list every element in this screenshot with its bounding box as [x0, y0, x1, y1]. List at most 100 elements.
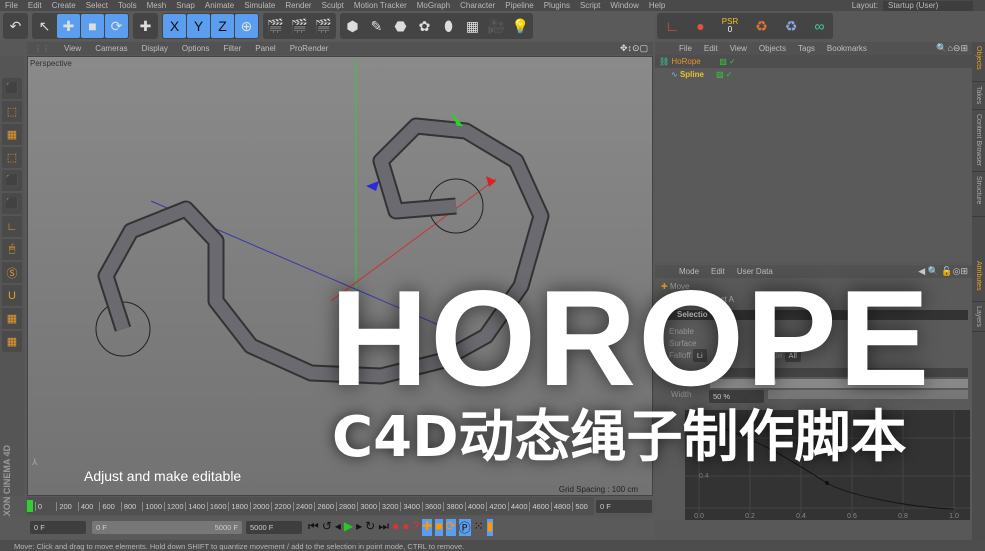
- visible-check-icon[interactable]: ▨ ✓: [716, 70, 732, 79]
- cube-edge-icon[interactable]: ⬚: [2, 101, 22, 122]
- menu-motion-tracker[interactable]: Motion Tracker: [349, 1, 412, 10]
- record-icon[interactable]: ●: [696, 18, 704, 34]
- record-key-icon[interactable]: ●: [392, 519, 399, 536]
- y-axis-icon[interactable]: Y: [187, 14, 210, 38]
- next-key-icon[interactable]: ↻: [365, 519, 375, 536]
- key-points-icon[interactable]: ⁙: [474, 519, 484, 536]
- cube-face-icon[interactable]: ⬛: [2, 170, 22, 191]
- subdivision-icon[interactable]: ⬣: [389, 14, 412, 38]
- prev-frame-icon[interactable]: ◂: [335, 519, 341, 536]
- move-icon[interactable]: ✚: [57, 14, 80, 38]
- scale-icon[interactable]: ■: [81, 14, 104, 38]
- menu-animate[interactable]: Animate: [200, 1, 239, 10]
- go-end-icon[interactable]: ⏭: [378, 519, 389, 536]
- menu-plugins[interactable]: Plugins: [539, 1, 575, 10]
- viewport-menu-prorender[interactable]: ProRender: [283, 44, 336, 53]
- viewport-menu-view[interactable]: View: [57, 44, 88, 53]
- python-icon[interactable]: ♻: [785, 18, 798, 35]
- snap-s-icon[interactable]: Ⓢ: [2, 262, 22, 283]
- playhead[interactable]: [27, 500, 33, 512]
- object-menu-tags[interactable]: Tags: [792, 44, 821, 53]
- key-param-icon[interactable]: Ⓟ: [458, 519, 471, 536]
- mouse-icon[interactable]: 🖱: [2, 239, 22, 260]
- magnet-icon[interactable]: U: [2, 285, 22, 306]
- menu-mesh[interactable]: Mesh: [142, 1, 172, 10]
- end-frame-field[interactable]: 5000 F: [246, 521, 302, 534]
- tab-content-browser[interactable]: Content Browser: [972, 110, 985, 172]
- object-row-spline[interactable]: ∿ Spline ▨ ✓: [655, 68, 972, 81]
- render-settings-icon[interactable]: 🎬: [312, 14, 335, 38]
- menu-character[interactable]: Character: [455, 1, 500, 10]
- object-toolbar-icons[interactable]: 🔍⌂⊖⊞: [936, 43, 968, 54]
- mograph-cloner-icon[interactable]: ✿: [413, 14, 436, 38]
- object-menu-bookmarks[interactable]: Bookmarks: [821, 44, 873, 53]
- current-frame-field[interactable]: 0 F: [596, 500, 652, 513]
- menu-window[interactable]: Window: [605, 1, 643, 10]
- key-scale-icon[interactable]: ■: [435, 519, 443, 536]
- floor-icon[interactable]: ▦: [461, 14, 484, 38]
- axis-icon[interactable]: ∟: [666, 18, 680, 34]
- cube-icon[interactable]: ⬛: [2, 78, 22, 99]
- cube-icon[interactable]: ⬢: [341, 14, 364, 38]
- menu-tools[interactable]: Tools: [113, 1, 142, 10]
- tab-layers[interactable]: Layers: [972, 302, 985, 332]
- autokey-icon[interactable]: ●: [402, 519, 409, 536]
- move-alt-icon[interactable]: ✚: [134, 14, 157, 38]
- grid-lock-icon[interactable]: ▦: [2, 308, 22, 329]
- workplane-icon[interactable]: ▦: [2, 331, 22, 352]
- object-row-horope[interactable]: ⛓ HoRope ▨ ✓: [655, 55, 972, 68]
- timeline-window-icon[interactable]: ▮: [486, 519, 494, 536]
- render-picture-icon[interactable]: 🎬: [288, 14, 311, 38]
- camera-icon[interactable]: 🎥: [485, 14, 508, 38]
- rotate-icon[interactable]: ⟳: [105, 14, 128, 38]
- python-icon[interactable]: ♻: [755, 18, 768, 35]
- menu-create[interactable]: Create: [47, 1, 81, 10]
- object-menu-objects[interactable]: Objects: [753, 44, 792, 53]
- range-slider[interactable]: 0 F 5000 F: [92, 521, 242, 534]
- tab-objects[interactable]: Objects: [972, 42, 985, 82]
- menu-render[interactable]: Render: [280, 1, 316, 10]
- key-move-icon[interactable]: ✚: [422, 519, 433, 536]
- menu-help[interactable]: Help: [644, 1, 670, 10]
- checker-icon[interactable]: ▦: [2, 124, 22, 145]
- z-axis-icon[interactable]: Z: [211, 14, 234, 38]
- menu-pipeline[interactable]: Pipeline: [500, 1, 538, 10]
- viewport-menu-panel[interactable]: Panel: [248, 44, 282, 53]
- play-icon[interactable]: ▶: [344, 519, 353, 536]
- keyframe-help-icon[interactable]: ?: [413, 519, 420, 536]
- knot-icon[interactable]: ∞: [814, 18, 824, 34]
- psr-button[interactable]: PSR 0: [722, 18, 738, 34]
- cube-point-icon[interactable]: ⬚: [2, 147, 22, 168]
- cube-orange-icon[interactable]: ⬛: [2, 193, 22, 214]
- start-frame-field[interactable]: 0 F: [30, 521, 86, 534]
- menu-script[interactable]: Script: [575, 1, 605, 10]
- tab-takes[interactable]: Takes: [972, 82, 985, 110]
- x-axis-icon[interactable]: X: [163, 14, 186, 38]
- menu-select[interactable]: Select: [81, 1, 113, 10]
- object-menu-view[interactable]: View: [724, 44, 753, 53]
- render-view-icon[interactable]: 🎬: [264, 14, 287, 38]
- pen-icon[interactable]: ✎: [365, 14, 388, 38]
- viewport-nav-icons[interactable]: ✥↕⊙▢: [620, 43, 648, 54]
- tab-attributes[interactable]: Attributes: [972, 257, 985, 302]
- viewport-menu-filter[interactable]: Filter: [216, 44, 248, 53]
- menu-sculpt[interactable]: Sculpt: [317, 1, 349, 10]
- next-frame-icon[interactable]: ▸: [356, 519, 362, 536]
- go-start-icon[interactable]: ⏮: [308, 519, 319, 536]
- menu-snap[interactable]: Snap: [171, 1, 200, 10]
- world-coord-icon[interactable]: ⊕: [235, 14, 258, 38]
- prev-key-icon[interactable]: ↺: [322, 519, 332, 536]
- object-menu-edit[interactable]: Edit: [698, 44, 724, 53]
- viewport-menu-cameras[interactable]: Cameras: [88, 44, 134, 53]
- light-icon[interactable]: 💡: [509, 14, 532, 38]
- object-menu-file[interactable]: File: [673, 44, 698, 53]
- menu-mograph[interactable]: MoGraph: [412, 1, 455, 10]
- menu-simulate[interactable]: Simulate: [239, 1, 280, 10]
- viewport-menu-options[interactable]: Options: [175, 44, 217, 53]
- viewport-menu-display[interactable]: Display: [135, 44, 175, 53]
- deformer-icon[interactable]: ⬮: [437, 14, 460, 38]
- visible-check-icon[interactable]: ▨ ✓: [719, 57, 735, 66]
- axis-l-icon[interactable]: ∟: [2, 216, 22, 237]
- menu-edit[interactable]: Edit: [23, 1, 47, 10]
- key-rotate-icon[interactable]: ⟳: [445, 519, 456, 536]
